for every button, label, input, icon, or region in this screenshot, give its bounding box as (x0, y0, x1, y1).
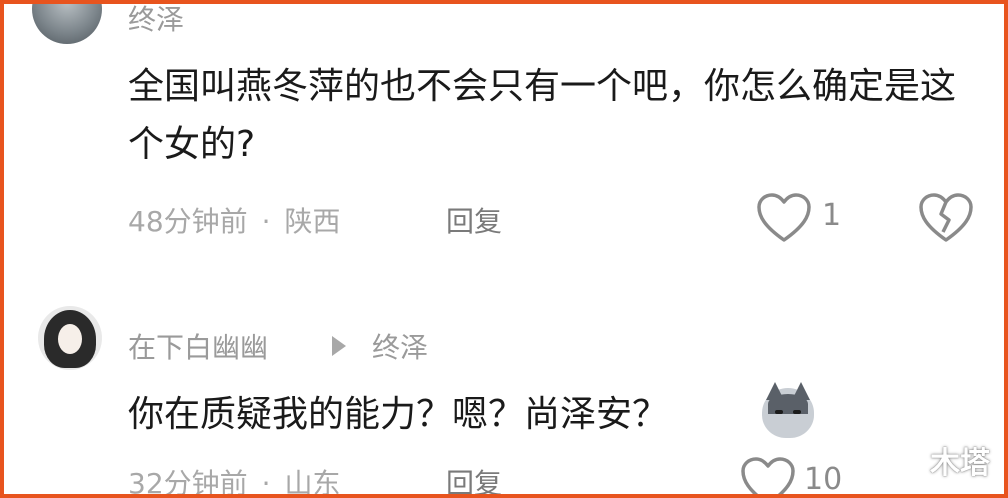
watermark: 木塔 (930, 446, 990, 481)
comment-meta: 48分钟前 · 陕西 (128, 200, 341, 240)
reply-to-author[interactable]: 终泽 (372, 326, 428, 366)
reply-button[interactable]: 回复 (446, 462, 502, 494)
comment-thread: 终泽 全国叫燕冬萍的也不会只有一个吧，你怎么确定是这个女的? 48分钟前 · 陕西 … (4, 4, 1004, 494)
triangle-right-icon (332, 336, 346, 356)
comment-location: 陕西 (284, 205, 341, 238)
comment-text: 全国叫燕冬萍的也不会只有一个吧，你怎么确定是这个女的? (128, 66, 957, 165)
like-count: 10 (804, 462, 843, 494)
comment-time: 48分钟前 (128, 205, 248, 238)
avatar-face (58, 324, 82, 354)
broken-heart-icon[interactable] (918, 192, 974, 244)
separator: · (261, 205, 271, 238)
comment-text: 你在质疑我的能力？嗯？尚泽安？ (128, 394, 669, 435)
separator: · (261, 467, 271, 494)
avatar[interactable] (38, 306, 102, 370)
husky-emoji-icon (762, 382, 814, 438)
comment-time: 32分钟前 (128, 467, 248, 494)
like-count: 1 (822, 198, 842, 233)
avatar[interactable] (32, 4, 102, 44)
comment-location: 山东 (284, 467, 341, 494)
heart-outline-icon[interactable] (756, 192, 812, 244)
reply-button[interactable]: 回复 (446, 200, 502, 240)
comment-author[interactable]: 在下白幽幽 (128, 326, 268, 366)
comment-meta: 32分钟前 · 山东 (128, 462, 341, 494)
heart-outline-icon[interactable] (740, 456, 796, 494)
comment-author[interactable]: 终泽 (128, 4, 184, 38)
